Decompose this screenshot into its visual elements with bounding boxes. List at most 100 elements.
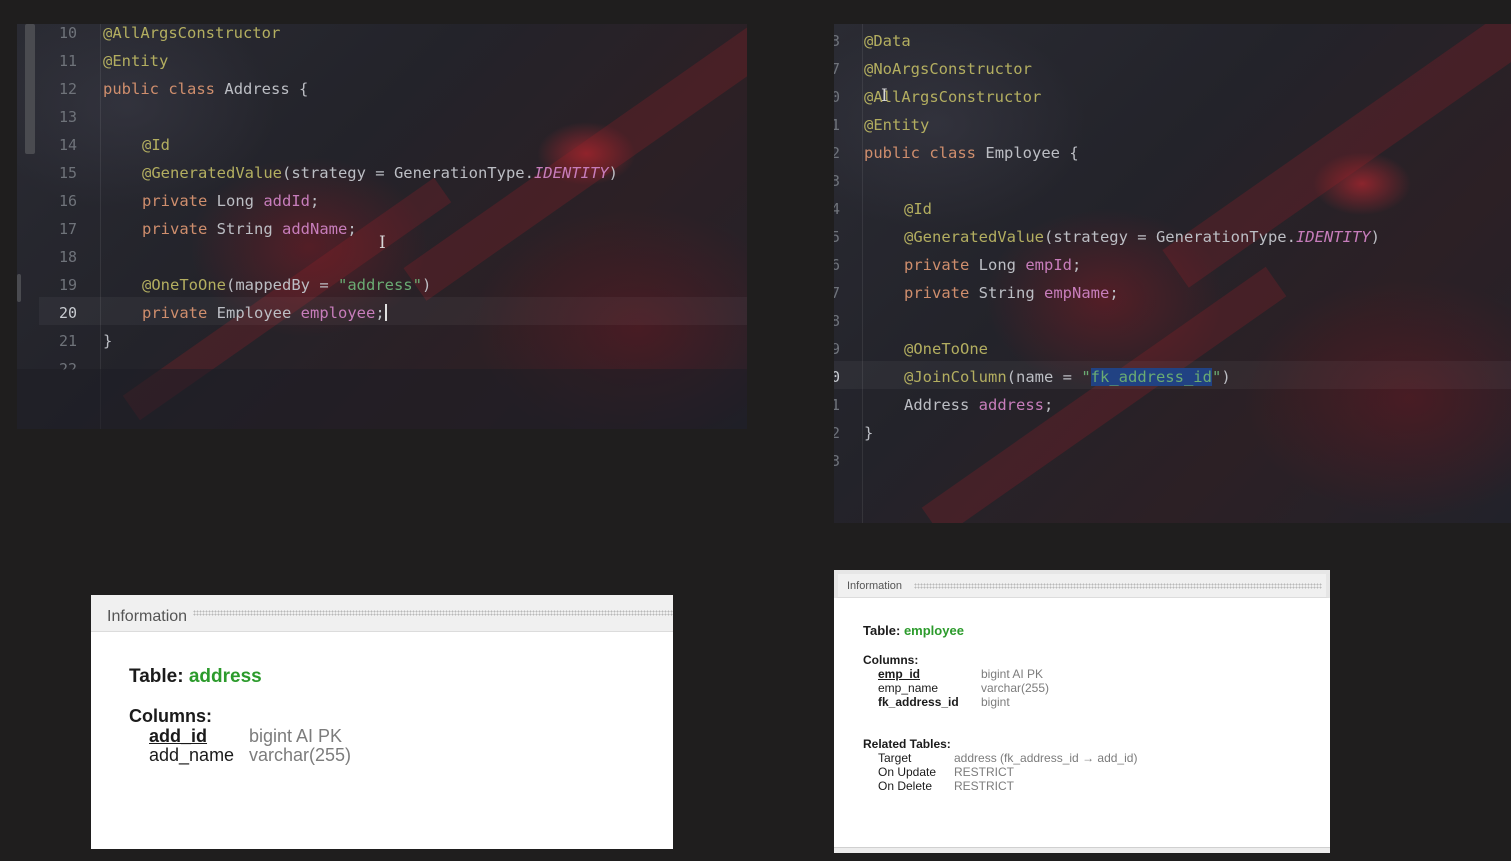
field-name: empName [1044,284,1110,302]
annotation: @AllArgsConstructor [864,88,1042,106]
line-number: 3 [834,452,840,470]
code-line[interactable]: } [864,424,873,442]
type-name: Long [978,256,1016,274]
keyword: public [864,144,920,162]
enum-constant: IDENTITY [533,164,609,182]
code-line[interactable]: @GeneratedValue(strategy = GenerationTyp… [904,228,1380,246]
code-line[interactable]: @Entity [864,116,929,134]
keyword: private [142,192,208,210]
line-number: 13 [58,108,77,126]
code-text: ) [1370,228,1380,246]
line-number: 14 [58,136,77,154]
line-number: 19 [58,276,77,294]
code-line[interactable]: @AllArgsConstructor [864,88,1041,106]
line-number: 7 [834,284,840,302]
column-name-pk: add_id [149,726,208,746]
left-editor-scrollbar[interactable] [25,24,35,154]
editor-bottom-strip [17,369,747,429]
code-line[interactable]: } [103,332,112,350]
table-name: employee [903,623,964,638]
columns-label: Columns: [863,653,919,667]
code-line[interactable]: @OneToOne(mappedBy = "address") [142,276,431,294]
class-declaration: Employee { [985,144,1079,162]
code-line[interactable]: @Id [142,136,170,154]
column-type: varchar(255) [981,681,1050,695]
column-type: bigint [981,695,1010,709]
keyword: public [103,80,159,98]
line-number: 10 [58,24,77,42]
line-number: 1 [834,396,840,414]
header-grip [193,610,673,616]
related-tables-label: Related Tables: [863,737,951,751]
code-text: ; [347,220,357,238]
type-name: Employee [216,304,292,322]
left-code-editor[interactable]: 10 11 12 13 14 15 16 17 18 19 20 21 22 @… [17,24,747,429]
code-line-current[interactable]: private Employee employee; [142,304,387,322]
keyword: private [904,284,970,302]
annotation: @Entity [864,116,930,134]
field-name: empId [1025,256,1073,274]
enum-constant: IDENTITY [1295,228,1371,246]
code-line[interactable]: private Long addId; [142,192,319,210]
line-number: 16 [58,192,77,210]
related-key: On Delete [878,779,933,793]
code-line[interactable]: @Data [864,32,911,50]
field-name: employee [300,304,376,322]
field-name: addId [263,192,311,210]
annotation: @GeneratedValue [142,164,282,182]
info-panel-header: Information [834,570,1330,598]
table-info-panel-address: Information Table: address Columns: add_… [91,595,673,849]
keyword: private [904,256,970,274]
column-type: varchar(255) [249,745,352,765]
code-text: ; [310,192,320,210]
line-number: 15 [58,164,77,182]
type-name: String [216,220,273,238]
info-panel-title: Information [847,580,903,592]
code-line[interactable]: @NoArgsConstructor [864,60,1032,78]
right-gutter-divider [862,24,863,523]
mouse-ibeam-icon: I [379,233,386,253]
table-label: Table: [863,623,901,638]
keyword: private [142,220,208,238]
code-line[interactable]: private Long empId; [904,256,1081,274]
table-name-row: Table: address [129,666,262,688]
column-type: bigint AI PK [249,726,343,746]
code-line[interactable]: private String empName; [904,284,1119,302]
code-line[interactable]: @Id [904,200,932,218]
column-name: emp_name [878,681,939,695]
mouse-ibeam-icon: I [881,86,888,106]
annotation: @Data [864,32,911,50]
keyword: class [929,144,977,162]
column-name-fk: fk_address_id [878,695,959,709]
code-line[interactable]: @AllArgsConstructor [103,24,280,42]
line-number: 2 [834,424,840,442]
code-line[interactable]: @GeneratedValue(strategy = GenerationTyp… [142,164,618,182]
code-line[interactable]: @Entity [103,52,168,70]
code-line[interactable]: @OneToOne [904,340,988,358]
code-line[interactable]: Address address; [904,396,1053,414]
code-line[interactable]: private String addName; [142,220,357,238]
string-quote: " [1211,368,1222,386]
field-name: address [978,396,1044,414]
line-number: 5 [834,228,840,246]
type-name: Address [904,396,970,414]
related-value: address (fk_address_id → add_id) [954,751,1138,765]
line-number: 2 [834,144,840,162]
class-declaration: Address { [224,80,309,98]
code-line-current[interactable]: @JoinColumn(name = "fk_address_id") [904,368,1231,386]
panel-bottom-tabs[interactable] [834,847,1330,853]
line-number: 8 [834,312,840,330]
field-name: addName [282,220,348,238]
code-text: ; [1044,396,1054,414]
right-code-editor[interactable]: 3 7 0 1 2 3 4 5 6 7 8 9 0 1 2 3 @Data @N… [834,24,1511,523]
code-text: ) [608,164,618,182]
columns-label: Columns: [129,706,212,726]
string-quote: " [1081,368,1091,386]
code-line[interactable]: public class Employee { [864,144,1079,162]
code-line[interactable]: public class Address { [103,80,308,98]
code-text: (strategy = GenerationType. [281,164,534,182]
type-name: String [978,284,1035,302]
annotation: @OneToOne [904,340,988,358]
annotation: @NoArgsConstructor [864,60,1032,78]
selected-text[interactable]: fk_address_id [1090,368,1212,386]
